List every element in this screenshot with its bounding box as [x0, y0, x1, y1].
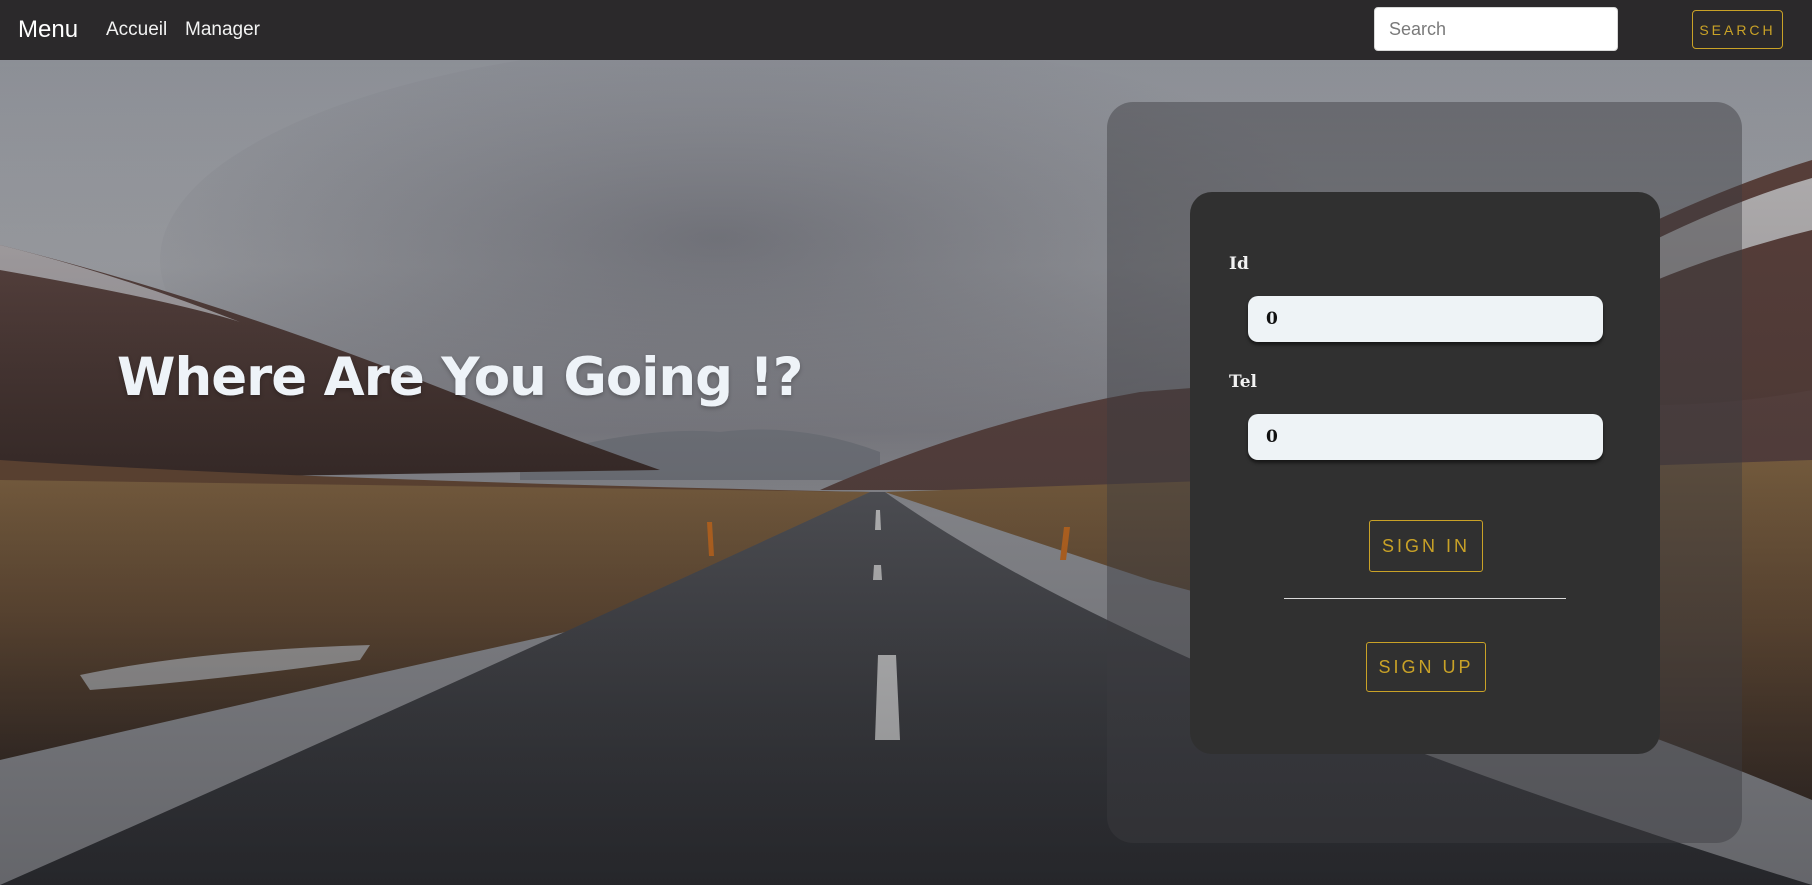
tel-field[interactable]: [1248, 414, 1603, 460]
sign-in-button[interactable]: SIGN IN: [1369, 520, 1483, 572]
nav-link-accueil[interactable]: Accueil: [106, 19, 167, 41]
id-label: Id: [1229, 254, 1249, 274]
search-input[interactable]: [1374, 7, 1618, 51]
hero-title: Where Are You Going !?: [117, 347, 803, 408]
login-card: Id Tel SIGN IN SIGN UP: [1190, 192, 1660, 754]
menu-brand-link[interactable]: Menu: [18, 15, 78, 45]
divider: [1284, 598, 1566, 599]
search-button[interactable]: SEARCH: [1692, 10, 1783, 49]
top-navbar: Menu Accueil Manager SEARCH: [0, 0, 1812, 60]
nav-link-manager[interactable]: Manager: [185, 19, 260, 41]
id-field[interactable]: [1248, 296, 1603, 342]
sign-up-button[interactable]: SIGN UP: [1366, 642, 1486, 692]
tel-label: Tel: [1229, 372, 1257, 392]
